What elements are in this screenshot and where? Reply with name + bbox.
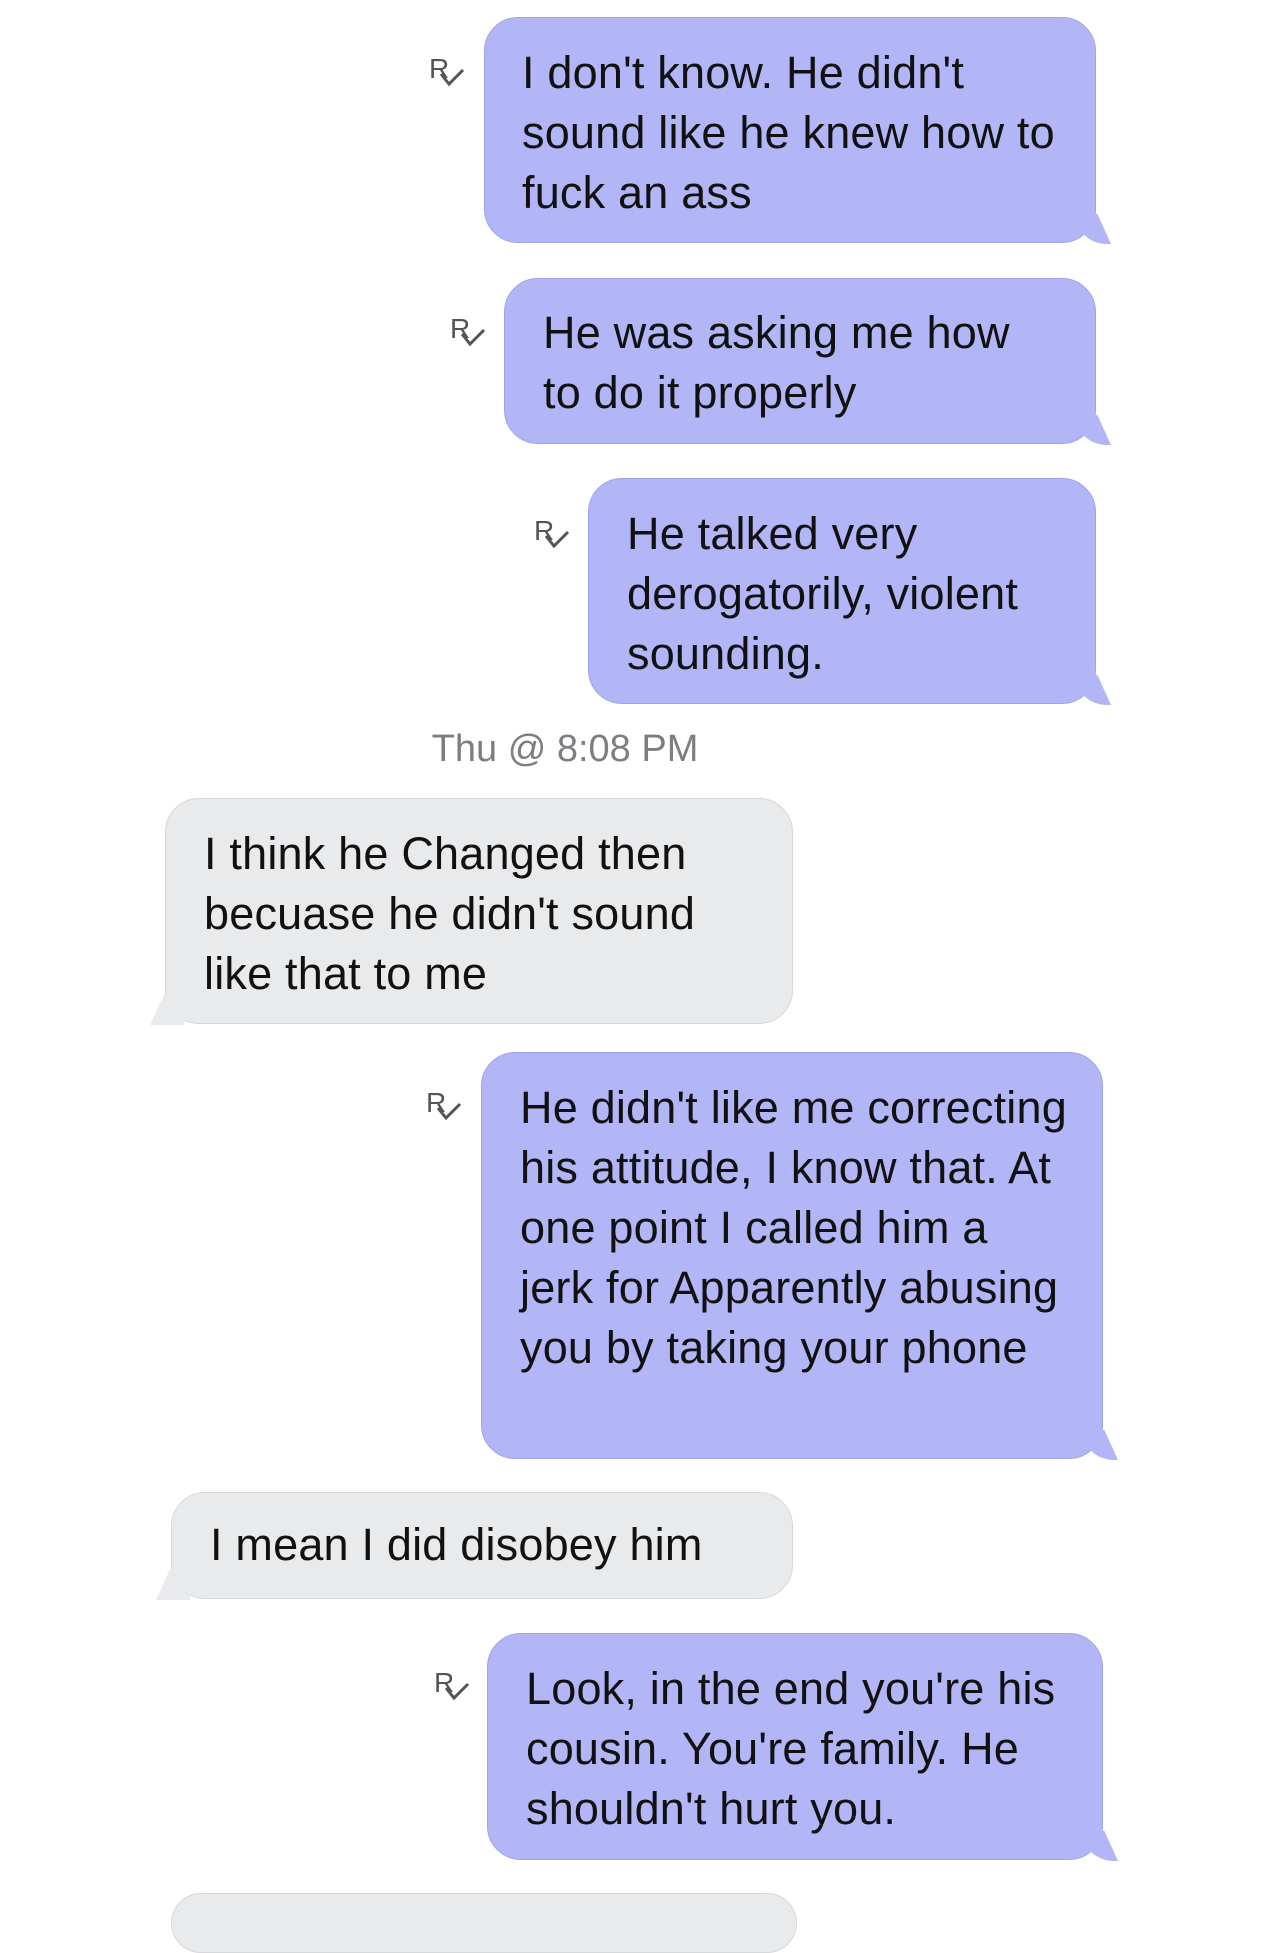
read-receipt-icon: R <box>427 50 467 94</box>
message-text: I think he Changed then becuase he didn'… <box>204 828 696 999</box>
outgoing-message-bubble[interactable]: Look, in the end you're his cousin. You'… <box>487 1633 1103 1860</box>
read-receipt-icon: R <box>448 310 488 354</box>
message-text: I don't know. He didn't sound like he kn… <box>522 47 1055 218</box>
message-timestamp: Thu @ 8:08 PM <box>431 728 699 770</box>
message-thread[interactable]: R I don't know. He didn't sound like he … <box>0 0 1280 1953</box>
outgoing-message-bubble[interactable]: He was asking me how to do it properly <box>504 278 1096 444</box>
outgoing-message-bubble[interactable]: I don't know. He didn't sound like he kn… <box>484 17 1096 243</box>
message-text: He was asking me how to do it properly <box>543 307 1010 418</box>
incoming-message-bubble[interactable]: I mean I did disobey him <box>171 1492 793 1599</box>
read-receipt-icon: R <box>532 512 572 556</box>
read-receipt-icon: R <box>424 1084 464 1128</box>
read-receipt-icon: R <box>432 1664 472 1708</box>
incoming-message-bubble[interactable] <box>171 1893 797 1953</box>
outgoing-message-bubble[interactable]: He talked very derogatorily, violent sou… <box>588 478 1096 704</box>
message-text: I mean I did disobey him <box>210 1519 703 1570</box>
message-text: He didn't like me correcting his attitud… <box>520 1082 1067 1373</box>
message-text: Look, in the end you're his cousin. You'… <box>526 1663 1056 1834</box>
outgoing-message-bubble[interactable]: He didn't like me correcting his attitud… <box>481 1052 1103 1459</box>
message-text: He talked very derogatorily, violent sou… <box>627 508 1019 679</box>
incoming-message-bubble[interactable]: I think he Changed then becuase he didn'… <box>165 798 793 1024</box>
